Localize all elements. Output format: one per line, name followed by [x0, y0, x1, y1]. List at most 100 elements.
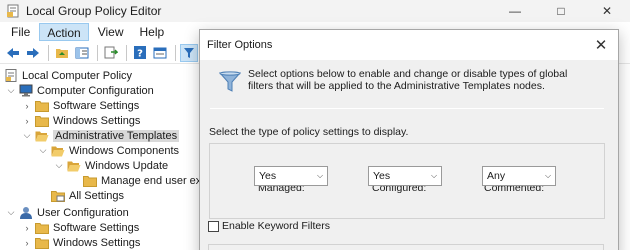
policy-type-label: Select the type of policy settings to di…: [209, 126, 409, 138]
toolbar-separator: [48, 44, 49, 61]
all-settings-icon: [51, 189, 65, 202]
tree-label: Windows Components: [69, 144, 180, 157]
menu-view[interactable]: View: [91, 23, 131, 41]
close-window-button[interactable]: ✕: [584, 0, 630, 22]
tree-item-software-settings[interactable]: › Software Settings: [22, 98, 139, 113]
chevron-down-icon: ⌵: [544, 171, 552, 180]
keyword-filter-option[interactable]: Enable Keyword Filters: [208, 220, 330, 232]
menu-help[interactable]: Help: [133, 23, 172, 41]
filter-button[interactable]: [180, 43, 198, 62]
toolbar-separator: [126, 44, 127, 61]
tree-label: Manage end user expe: [101, 174, 214, 187]
chevron-down-icon[interactable]: ⌵: [6, 205, 16, 220]
user-icon: [19, 206, 33, 219]
dialog-close-button[interactable]: ✕: [592, 36, 610, 54]
help-icon: ?: [134, 46, 146, 60]
tree-label: User Configuration: [37, 206, 129, 219]
title-bar: Local Group Policy Editor — □ ✕: [0, 0, 630, 22]
managed-select[interactable]: Yes ⌵: [254, 166, 328, 186]
tree-item-windows-update[interactable]: ⌵ Windows Update: [54, 158, 169, 173]
divider: [210, 108, 604, 109]
properties-icon: [153, 47, 167, 58]
chevron-down-icon: ⌵: [316, 171, 324, 180]
folder-icon: [35, 99, 49, 112]
dialog-description: Select options below to enable and chang…: [248, 68, 568, 92]
filter-funnel-icon: [218, 71, 242, 92]
dialog-title-bar: Filter Options ✕: [200, 30, 618, 60]
tree-label: Software Settings: [53, 99, 140, 112]
open-folder-icon: [35, 129, 49, 142]
configured-value: Yes: [373, 170, 391, 182]
tree-item-user-configuration[interactable]: ⌵ User Configuration: [6, 205, 129, 220]
chevron-right-icon[interactable]: ›: [22, 113, 32, 128]
filter-icon: [184, 47, 194, 58]
maximize-button[interactable]: □: [538, 0, 584, 22]
toolbar-separator: [175, 44, 176, 61]
tree-item-windows-components[interactable]: ⌵ Windows Components: [38, 143, 179, 158]
tree-item-local-computer-policy[interactable]: Local Computer Policy: [4, 68, 132, 83]
tree-item-user-windows-settings[interactable]: › Windows Settings: [22, 235, 140, 250]
up-folder-icon: [56, 49, 68, 58]
chevron-right-icon[interactable]: ›: [22, 235, 32, 250]
chevron-down-icon[interactable]: ⌵: [22, 128, 32, 143]
group-policy-app-icon: [7, 4, 19, 18]
export-icon: [104, 46, 118, 59]
window-title: Local Group Policy Editor: [26, 4, 162, 18]
tree-label: Windows Settings: [53, 236, 141, 249]
window-controls: — □ ✕: [492, 0, 630, 22]
computer-icon: [19, 84, 33, 97]
keyword-filter-checkbox[interactable]: [208, 220, 219, 232]
tree-item-computer-configuration[interactable]: ⌵ Computer Configuration: [6, 83, 154, 98]
tree-label: Computer Configuration: [37, 84, 154, 97]
tree-item-all-settings[interactable]: All Settings: [48, 188, 124, 203]
policy-document-icon: [4, 69, 18, 82]
chevron-down-icon[interactable]: ⌵: [54, 158, 64, 173]
filter-options-dialog: Filter Options ✕ Select options below to…: [199, 29, 619, 250]
tree-label: Administrative Templates: [53, 129, 180, 142]
forward-button[interactable]: [24, 44, 42, 62]
export-list-button[interactable]: [102, 44, 120, 62]
console-tree-icon: [75, 47, 89, 58]
back-arrow-icon: [7, 47, 19, 58]
tree-item-windows-settings[interactable]: › Windows Settings: [22, 113, 140, 128]
back-button[interactable]: [4, 44, 22, 62]
dialog-title: Filter Options: [207, 39, 273, 51]
chevron-right-icon[interactable]: ›: [22, 98, 32, 113]
managed-value: Yes: [259, 170, 277, 182]
folder-icon: [35, 221, 49, 234]
keyword-filter-label: Enable Keyword Filters: [222, 220, 330, 232]
open-folder-icon: [67, 159, 81, 172]
chevron-down-icon: ⌵: [430, 171, 438, 180]
commented-select[interactable]: Any ⌵: [482, 166, 556, 186]
svg-text:?: ?: [137, 49, 143, 60]
folder-icon: [35, 114, 49, 127]
chevron-down-icon[interactable]: ⌵: [38, 143, 48, 158]
toolbar-separator: [97, 44, 98, 61]
commented-value: Any: [487, 170, 506, 182]
up-folder-button[interactable]: [53, 44, 71, 62]
tree-label: All Settings: [69, 189, 125, 202]
help-button[interactable]: ?: [131, 44, 149, 62]
chevron-down-icon[interactable]: ⌵: [6, 83, 16, 98]
close-icon: ✕: [594, 37, 608, 54]
tree-label: Local Computer Policy: [22, 69, 133, 82]
menu-action[interactable]: Action: [39, 23, 89, 41]
open-folder-icon: [51, 144, 65, 157]
chevron-right-icon[interactable]: ›: [22, 220, 32, 235]
tree-label: Windows Settings: [53, 114, 141, 127]
show-hide-tree-button[interactable]: [73, 44, 91, 62]
folder-icon: [35, 236, 49, 249]
tree-label: Software Settings: [53, 221, 140, 234]
minimize-button[interactable]: —: [492, 0, 538, 22]
keyword-filter-group: [208, 244, 604, 250]
tree-label: Windows Update: [85, 159, 169, 172]
tree-item-user-software-settings[interactable]: › Software Settings: [22, 220, 139, 235]
forward-arrow-icon: [27, 47, 39, 58]
configured-select[interactable]: Yes ⌵: [368, 166, 442, 186]
tree-item-manage-end-user[interactable]: Manage end user expe: [80, 173, 214, 188]
properties-button[interactable]: [151, 44, 169, 62]
tree-item-administrative-templates[interactable]: ⌵ Administrative Templates: [22, 128, 180, 143]
folder-icon: [83, 174, 97, 187]
console-tree: Local Computer Policy ⌵ Computer Configu…: [0, 66, 214, 250]
menu-file[interactable]: File: [4, 23, 37, 41]
